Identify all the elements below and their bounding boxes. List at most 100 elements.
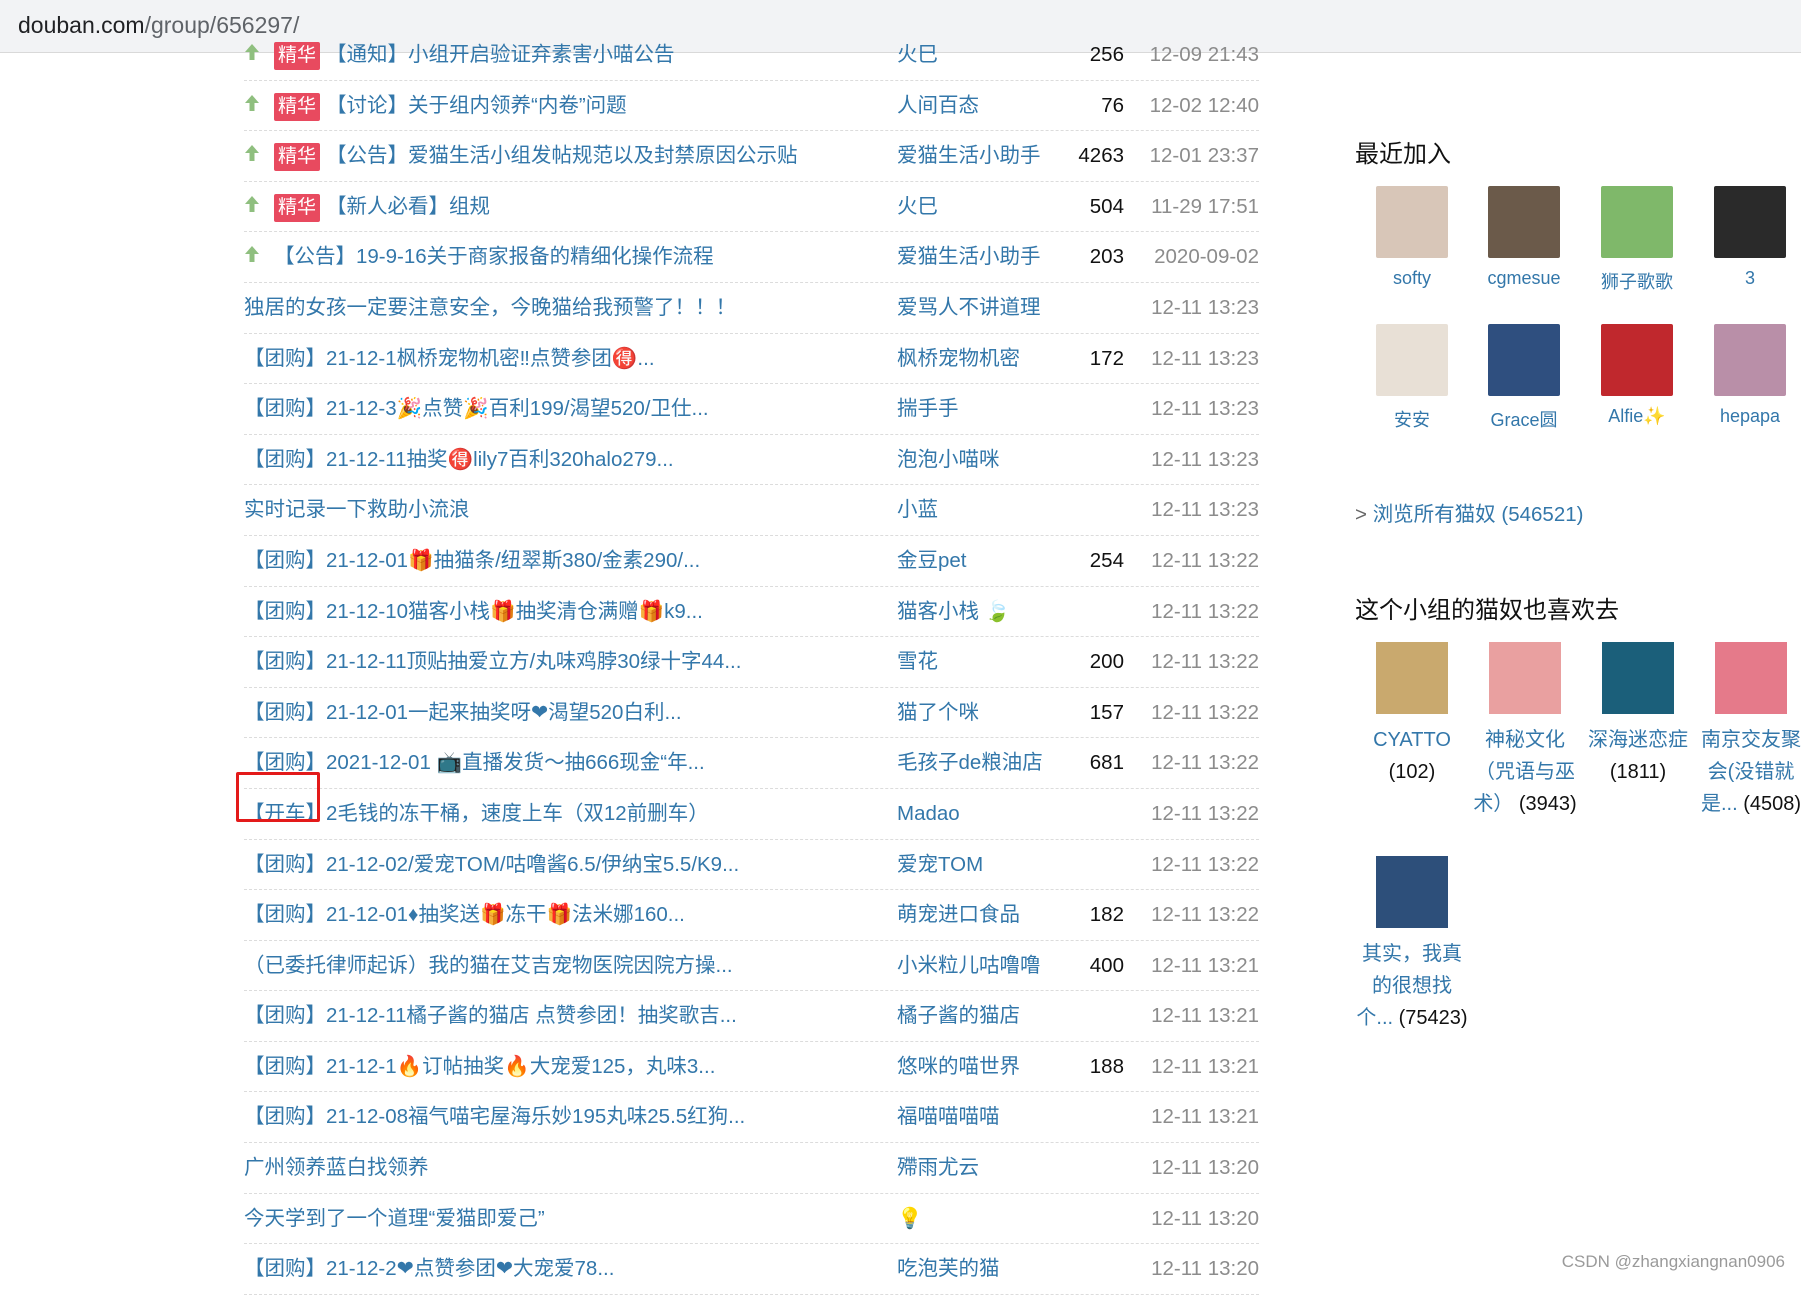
browse-all-members-link[interactable]: > 浏览所有猫奴 (546521): [1355, 497, 1583, 527]
member-name[interactable]: hepapa: [1700, 406, 1800, 427]
topic-author-link[interactable]: 爱宠TOM: [897, 852, 983, 878]
topic-title-link[interactable]: 实时记录一下救助小流浪: [244, 497, 470, 523]
topic-title-link[interactable]: 【团购】21-12-11顶贴抽爱立方/丸味鸡脖30绿十字44...: [244, 649, 741, 675]
topic-author-link[interactable]: 火巳: [897, 194, 938, 220]
topic-author-link[interactable]: 吃泡芙的猫: [897, 1256, 1000, 1282]
topic-title-link[interactable]: 【团购】21-12-1枫桥宠物机密‼点赞参团🉐...: [244, 346, 655, 372]
reply-count: 400: [1089, 953, 1124, 977]
topic-author-link[interactable]: 泡泡小喵咪: [897, 447, 1000, 473]
last-reply-time: 12-11 13:23: [1151, 498, 1259, 522]
topic-author-link[interactable]: 💡: [897, 1206, 923, 1232]
topic-author-link[interactable]: 人间百态: [897, 93, 979, 119]
member-item[interactable]: Alfie✨: [1587, 324, 1687, 427]
last-reply-time: 12-11 13:23: [1151, 346, 1259, 370]
avatar[interactable]: [1601, 186, 1673, 258]
topic-title-link[interactable]: 独居的女孩一定要注意安全，今晚猫给我预警了！！！: [244, 295, 736, 321]
related-group-item[interactable]: CYATTO (102): [1356, 642, 1468, 788]
group-name[interactable]: 深海迷恋症: [1588, 729, 1688, 751]
topic-author-link[interactable]: 福喵喵喵喵: [897, 1104, 1000, 1130]
group-avatar[interactable]: [1715, 642, 1787, 714]
topic-author-link[interactable]: 火巳: [897, 42, 938, 68]
group-member-count: (4508): [1743, 793, 1801, 815]
reply-count: 188: [1089, 1054, 1124, 1078]
topic-author-link[interactable]: 猫客小栈 🍃: [897, 599, 1010, 625]
topic-title-link[interactable]: 【团购】21-12-2❤点赞参团❤大宠爱78...: [244, 1256, 614, 1282]
topic-title-link[interactable]: 精华 【通知】小组开启验证弃素害小喵公告: [274, 42, 675, 70]
topic-title-link[interactable]: 【团购】21-12-11抽奖🉐lily7百利320halo279...: [244, 447, 674, 473]
topic-author-link[interactable]: Madao: [897, 801, 960, 827]
avatar[interactable]: [1376, 324, 1448, 396]
member-name[interactable]: Grace圆: [1474, 406, 1574, 432]
member-item[interactable]: 3: [1700, 186, 1800, 289]
topic-author-link[interactable]: 小米粒儿咕噜噜: [897, 953, 1041, 979]
reply-count: 203: [1089, 245, 1124, 269]
avatar[interactable]: [1376, 186, 1448, 258]
member-item[interactable]: hepapa: [1700, 324, 1800, 427]
topic-author-link[interactable]: 小蓝: [897, 497, 938, 523]
group-member-count: (1811): [1609, 761, 1667, 783]
last-reply-time: 12-11 13:23: [1151, 397, 1259, 421]
related-group-item[interactable]: 南京交友聚会(没错就是... (4508): [1695, 642, 1801, 820]
topic-title-link[interactable]: 今天学到了一个道理“爱猫即爱己”: [244, 1206, 545, 1232]
topic-author-link[interactable]: 爱骂人不讲道理: [897, 295, 1041, 321]
topic-title-link[interactable]: 【团购】21-12-02/爱宠TOM/咕噜酱6.5/伊纳宝5.5/K9...: [244, 852, 739, 878]
member-item[interactable]: 安安: [1362, 324, 1462, 432]
member-name[interactable]: cgmesue: [1474, 268, 1574, 289]
member-item[interactable]: Grace圆: [1474, 324, 1574, 432]
avatar[interactable]: [1601, 324, 1673, 396]
related-group-item[interactable]: 其实，我真的很想找个... (75423): [1356, 856, 1468, 1034]
topic-title-link[interactable]: 【团购】21-12-01🎁抽猫条/纽翠斯380/金素290/...: [244, 548, 700, 574]
topic-author-link[interactable]: 萌宠进口食品: [897, 902, 1020, 928]
member-name[interactable]: 狮子歌歌: [1587, 268, 1687, 294]
topic-title-link[interactable]: 【团购】21-12-3🎉点赞🎉百利199/渴望520/卫仕...: [244, 396, 709, 422]
topic-author-link[interactable]: 雪花: [897, 649, 938, 675]
group-avatar[interactable]: [1376, 856, 1448, 928]
topic-title-link[interactable]: 【团购】21-12-11橘子酱的猫店 点赞参团！抽奖歌吉...: [244, 1003, 737, 1029]
topic-author-link[interactable]: 猫了个咪: [897, 700, 979, 726]
topic-author-link[interactable]: 爱猫生活小助手: [897, 244, 1041, 270]
topic-title-link[interactable]: 广州领养蓝白找领养: [244, 1155, 429, 1181]
topic-title-link[interactable]: 精华 【新人必看】组规: [274, 193, 490, 222]
related-group-item[interactable]: 深海迷恋症 (1811): [1582, 642, 1694, 788]
avatar[interactable]: [1488, 324, 1560, 396]
topic-author-link[interactable]: 毛孩子de粮油店: [897, 750, 1043, 776]
group-avatar[interactable]: [1376, 642, 1448, 714]
group-avatar[interactable]: [1602, 642, 1674, 714]
topic-title-link[interactable]: 精华 【讨论】关于组内领养“内卷”问题: [274, 92, 627, 121]
topic-row: 【团购】2021-12-01 📺直播发货～抽666现金“年... 毛孩子de粮油店…: [244, 738, 1259, 789]
avatar[interactable]: [1714, 186, 1786, 258]
avatar[interactable]: [1714, 324, 1786, 396]
group-avatar[interactable]: [1489, 642, 1561, 714]
topic-author-link[interactable]: 橘子酱的猫店: [897, 1003, 1020, 1029]
member-name[interactable]: 安安: [1362, 406, 1462, 432]
member-item[interactable]: cgmesue: [1474, 186, 1574, 289]
related-group-item[interactable]: 神秘文化（咒语与巫术） (3943): [1469, 642, 1581, 820]
last-reply-time: 12-11 13:21: [1151, 953, 1259, 977]
annotation-highlight-box: [236, 772, 320, 822]
topic-row: 【团购】21-12-1🔥订帖抽奖🔥大宠爱125，丸味3... 悠咪的喵世界 188 1…: [244, 1042, 1259, 1093]
member-name[interactable]: 3: [1700, 268, 1800, 289]
group-name[interactable]: CYATTO: [1373, 729, 1451, 751]
topic-title-link[interactable]: 【团购】21-12-01一起来抽奖呀❤渴望520白利...: [244, 700, 682, 726]
topic-author-link[interactable]: 悠咪的喵世界: [897, 1054, 1020, 1080]
topic-title-link[interactable]: 精华 【公告】爱猫生活小组发帖规范以及封禁原因公示贴: [274, 143, 798, 172]
topic-author-link[interactable]: 殢雨尤云: [897, 1155, 979, 1181]
topic-author-link[interactable]: 金豆pet: [897, 548, 967, 574]
member-name[interactable]: Alfie✨: [1587, 406, 1687, 427]
avatar[interactable]: [1488, 186, 1560, 258]
topic-title-link[interactable]: （已委托律师起诉）我的猫在艾吉宠物医院因院方操...: [244, 953, 733, 979]
topic-row: 广州领养蓝白找领养 殢雨尤云 12-11 13:20: [244, 1143, 1259, 1194]
topic-author-link[interactable]: 揣手手: [897, 396, 959, 422]
topic-author-link[interactable]: 枫桥宠物机密: [897, 346, 1020, 372]
topic-author-link[interactable]: 爱猫生活小助手: [897, 143, 1041, 169]
watermark: CSDN @zhangxiangnan0906: [1561, 1252, 1785, 1271]
topic-title-link[interactable]: 【团购】21-12-10猫客小栈🎁抽奖清仓满赠🎁k9...: [244, 599, 703, 625]
member-name[interactable]: softy: [1362, 268, 1462, 289]
member-item[interactable]: softy: [1362, 186, 1462, 289]
member-item[interactable]: 狮子歌歌: [1587, 186, 1687, 294]
topic-title-link[interactable]: 【团购】21-12-1🔥订帖抽奖🔥大宠爱125，丸味3...: [244, 1054, 715, 1080]
topic-title-link[interactable]: 【团购】21-12-01♦抽奖送🎁冻干🎁法米娜160...: [244, 902, 685, 928]
topic-title-link[interactable]: 【公告】19-9-16关于商家报备的精细化操作流程: [274, 244, 714, 270]
topic-title-link[interactable]: 【团购】21-12-08福气喵宅屋海乐妙195丸味25.5红狗...: [244, 1104, 745, 1130]
reply-count: 182: [1089, 903, 1124, 927]
